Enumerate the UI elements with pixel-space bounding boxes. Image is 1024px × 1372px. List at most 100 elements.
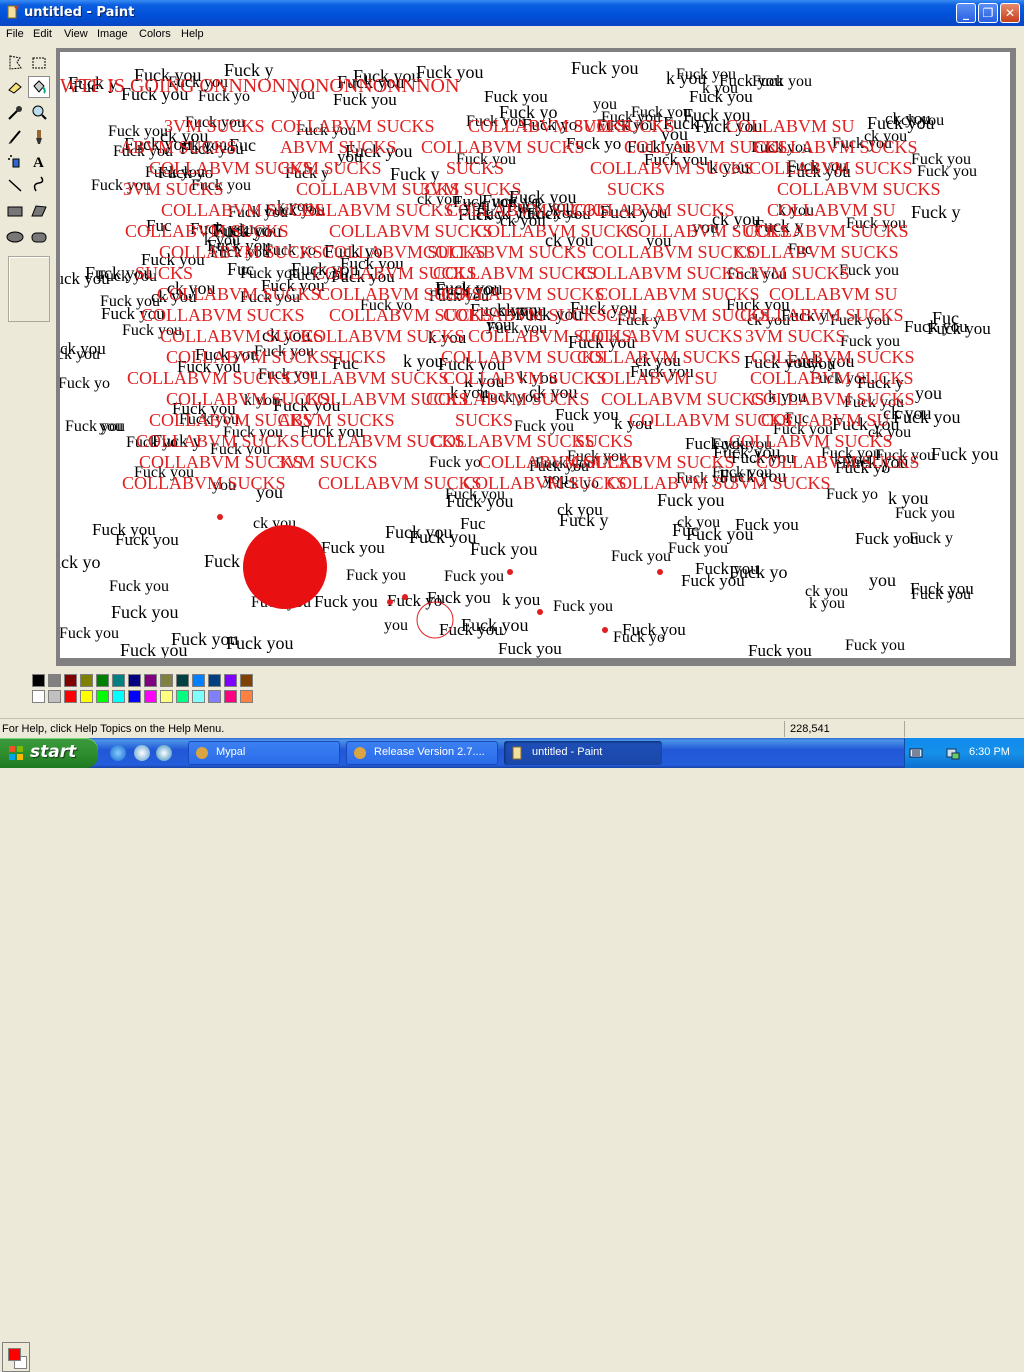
palette-color-swatch[interactable] bbox=[208, 690, 221, 703]
status-divider bbox=[784, 721, 785, 737]
canvas-text-black: Fuck you bbox=[111, 602, 179, 622]
canvas-text-black: Fuck y bbox=[559, 510, 609, 530]
canvas-text-black: you bbox=[915, 383, 942, 403]
palette-color-swatch[interactable] bbox=[48, 690, 61, 703]
palette-color-swatch[interactable] bbox=[208, 674, 221, 687]
palette-color-swatch[interactable] bbox=[80, 690, 93, 703]
red-paint-dot bbox=[217, 514, 223, 520]
ellipse-icon[interactable] bbox=[4, 226, 26, 248]
palette-color-swatch[interactable] bbox=[224, 674, 237, 687]
palette-color-swatch[interactable] bbox=[128, 690, 141, 703]
canvas-text-red: COLLABVM SUCKS bbox=[160, 326, 324, 346]
palette-color-swatch[interactable] bbox=[32, 674, 45, 687]
pick-color-icon[interactable] bbox=[4, 102, 26, 124]
canvas-text-black: Fuck you bbox=[668, 540, 728, 557]
canvas-text-red: COLLABVM SU bbox=[607, 473, 736, 493]
palette-color-swatch[interactable] bbox=[112, 690, 125, 703]
browser-quicklaunch-icon[interactable] bbox=[134, 745, 150, 761]
tool-box: A bbox=[0, 48, 56, 666]
task-label: Mypal bbox=[216, 746, 246, 758]
menu-file[interactable]: File bbox=[6, 28, 24, 40]
canvas-text-red: COLLABVM SUCKS bbox=[318, 473, 482, 493]
red-paint-dot bbox=[387, 599, 393, 605]
eraser-icon[interactable] bbox=[4, 76, 26, 98]
palette-color-swatch[interactable] bbox=[64, 674, 77, 687]
palette-color-swatch[interactable] bbox=[160, 674, 173, 687]
canvas-text-red: COLLABVM SUCKS bbox=[431, 431, 595, 451]
task-paint[interactable]: untitled - Paint bbox=[504, 741, 662, 765]
canvas-text-red: COLLABVM SUCKS bbox=[749, 158, 913, 178]
text-icon[interactable]: A bbox=[28, 150, 50, 172]
task-label: Release Version 2.7.... bbox=[374, 746, 485, 758]
polygon-icon[interactable] bbox=[28, 200, 50, 222]
canvas-text-red: COLLABVM SUCKS bbox=[136, 431, 300, 451]
palette-color-swatch[interactable] bbox=[144, 690, 157, 703]
media-player-icon[interactable] bbox=[156, 745, 172, 761]
canvas-text-red: COLLABVM SUCKS bbox=[740, 305, 904, 325]
canvas-text-red: COLLABVM SUCKS bbox=[285, 368, 449, 388]
canvas-text-red: SUCKS bbox=[446, 158, 504, 178]
tray-expand-icon[interactable] bbox=[909, 746, 923, 760]
canvas-text-red: COLLABVM SUCKS bbox=[571, 452, 735, 472]
menu-help[interactable]: Help bbox=[181, 28, 204, 40]
minimize-button[interactable]: _ bbox=[956, 3, 976, 23]
select-icon[interactable] bbox=[28, 52, 50, 74]
palette-color-swatch[interactable] bbox=[144, 674, 157, 687]
palette-color-swatch[interactable] bbox=[176, 674, 189, 687]
close-button[interactable]: ✕ bbox=[1000, 3, 1020, 23]
menu-view[interactable]: View bbox=[64, 28, 88, 40]
palette-color-swatch[interactable] bbox=[224, 690, 237, 703]
internet-explorer-icon[interactable] bbox=[110, 745, 126, 761]
palette-color-swatch[interactable] bbox=[48, 674, 61, 687]
start-button[interactable]: start bbox=[0, 738, 98, 768]
palette-color-swatch[interactable] bbox=[96, 690, 109, 703]
canvas-text-red: COLLABVM SUCKS bbox=[443, 305, 607, 325]
canvas-text-black: Fuck you bbox=[855, 529, 919, 548]
curve-icon[interactable] bbox=[28, 174, 50, 196]
canvas-text-black: k you bbox=[666, 68, 707, 88]
palette-color-swatch[interactable] bbox=[240, 690, 253, 703]
palette-color-swatch[interactable] bbox=[176, 690, 189, 703]
palette-color-swatch[interactable] bbox=[128, 674, 141, 687]
canvas-text-red: ABVM SUCKS bbox=[120, 137, 237, 157]
palette-color-swatch[interactable] bbox=[160, 690, 173, 703]
pencil-icon[interactable] bbox=[4, 126, 26, 148]
palette-color-swatch[interactable] bbox=[64, 690, 77, 703]
canvas-text-black: Fuck you bbox=[409, 527, 477, 547]
line-icon[interactable] bbox=[4, 174, 26, 196]
palette-color-swatch[interactable] bbox=[32, 690, 45, 703]
tool-options-box[interactable] bbox=[8, 256, 50, 322]
canvas-text-red: COLLABVM SUCKS bbox=[756, 452, 920, 472]
canvas-text-red: SUCKS bbox=[455, 410, 513, 430]
task-release-version[interactable]: Release Version 2.7.... bbox=[346, 741, 498, 765]
canvas-text-red: COLLABVM SUCKS bbox=[577, 347, 741, 367]
canvas-text-black: k you bbox=[809, 595, 845, 612]
drawing-canvas[interactable]: Fuck you Fuck you Fuck you Fuck you Fuck you… bbox=[60, 52, 1010, 658]
rectangle-icon[interactable] bbox=[4, 200, 26, 222]
magnifier-icon[interactable] bbox=[28, 102, 50, 124]
airbrush-icon[interactable] bbox=[4, 150, 26, 172]
canvas-text-red: SUCKS bbox=[328, 347, 386, 367]
palette-color-swatch[interactable] bbox=[192, 674, 205, 687]
menu-bar: File Edit View Image Colors Help bbox=[0, 26, 1024, 44]
canvas-text-black: Fuck you bbox=[346, 567, 406, 584]
fill-bucket-icon[interactable] bbox=[28, 76, 50, 98]
free-form-select-icon[interactable] bbox=[4, 52, 26, 74]
menu-edit[interactable]: Edit bbox=[33, 28, 52, 40]
menu-image[interactable]: Image bbox=[97, 28, 128, 40]
canvas-text-black: Fuck you bbox=[748, 641, 812, 658]
palette-color-swatch[interactable] bbox=[240, 674, 253, 687]
rounded-rectangle-icon[interactable] bbox=[28, 226, 50, 248]
maximize-button[interactable]: ❐ bbox=[978, 3, 998, 23]
network-tray-icon[interactable] bbox=[945, 745, 961, 761]
palette-color-swatch[interactable] bbox=[112, 674, 125, 687]
task-mypal[interactable]: Mypal bbox=[188, 741, 340, 765]
cursor-coordinates: 228,541 bbox=[790, 723, 830, 735]
brush-icon[interactable] bbox=[28, 126, 50, 148]
window-title: untitled - Paint bbox=[24, 5, 135, 20]
palette-color-swatch[interactable] bbox=[80, 674, 93, 687]
palette-color-swatch[interactable] bbox=[96, 674, 109, 687]
current-colors[interactable] bbox=[2, 1342, 30, 1372]
menu-colors[interactable]: Colors bbox=[139, 28, 171, 40]
palette-color-swatch[interactable] bbox=[192, 690, 205, 703]
